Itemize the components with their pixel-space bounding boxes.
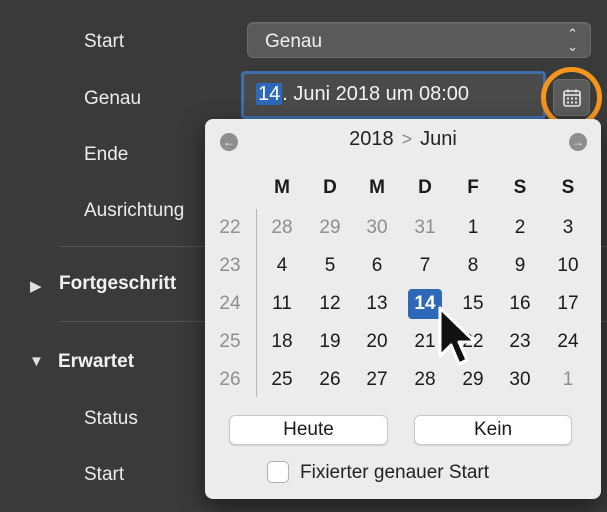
week-number: 25 [219, 331, 241, 352]
calendar-day[interactable]: 20 [360, 327, 394, 357]
weekday-label: S [513, 177, 527, 198]
start-select-value: Genau [265, 31, 323, 52]
calendar-day[interactable]: 27 [360, 365, 394, 395]
week-number: 23 [219, 255, 241, 276]
calendar-day[interactable]: 25 [265, 365, 299, 395]
calendar-popover: ← → 2018 > Juni MDMDFSS 22 28 29 30 31 1 2 3 23 4 5 6… [205, 119, 601, 499]
calendar-day[interactable]: 30 [360, 213, 394, 243]
weekday-label: M [274, 177, 290, 198]
calendar-day[interactable]: 5 [313, 251, 347, 281]
calendar-day[interactable]: 9 [503, 251, 537, 281]
fixed-start-checkbox[interactable] [267, 461, 289, 483]
genau-date-field[interactable]: 14. Juni 2018 um 08:00 [241, 71, 546, 119]
calendar-day[interactable]: 6 [360, 251, 394, 281]
calendar-icon [563, 89, 581, 107]
calendar-day[interactable]: 28 [408, 365, 442, 395]
calendar-day[interactable]: 19 [313, 327, 347, 357]
week-number: 24 [219, 293, 241, 314]
calendar-day[interactable]: 2 [503, 213, 537, 243]
calendar-day[interactable]: 10 [551, 251, 585, 281]
calendar-day[interactable]: 30 [503, 365, 537, 395]
calendar-year[interactable]: 2018 [349, 128, 394, 150]
updown-chevron-icon: ⌃ ⌄ [567, 26, 578, 54]
calendar-day[interactable]: 11 [265, 289, 299, 319]
week-number: 26 [219, 369, 241, 390]
none-button[interactable]: Kein [414, 415, 572, 445]
today-button[interactable]: Heute [229, 415, 388, 445]
mouse-cursor-icon [438, 306, 477, 366]
calendar-day[interactable]: 8 [456, 251, 490, 281]
calendar-day[interactable]: 1 [551, 365, 585, 395]
fixed-start-label: Fixierter genauer Start [300, 462, 490, 483]
date-day-segment[interactable]: 14 [256, 83, 283, 105]
genau-label: Genau [84, 88, 142, 109]
date-rest-text[interactable]: . Juni 2018 um 08:00 [282, 83, 469, 105]
calendar-day[interactable]: 18 [265, 327, 299, 357]
calendar-day[interactable]: 23 [503, 327, 537, 357]
calendar-day[interactable]: 26 [313, 365, 347, 395]
calendar-day[interactable]: 12 [313, 289, 347, 319]
calendar-day[interactable]: 17 [551, 289, 585, 319]
start-expected-label: Start [84, 464, 125, 485]
calendar-day[interactable]: 24 [551, 327, 585, 357]
calendar-day[interactable]: 29 [456, 365, 490, 395]
calendar-day[interactable]: 13 [360, 289, 394, 319]
week-number-divider [256, 209, 257, 397]
disclosure-down-icon[interactable]: ▼ [29, 353, 44, 370]
calendar-day[interactable]: 29 [313, 213, 347, 243]
week-number: 22 [219, 217, 241, 238]
calendar-day[interactable]: 31 [408, 213, 442, 243]
weekday-label: D [418, 177, 432, 198]
erwartet-section-label[interactable]: Erwartet [58, 351, 134, 373]
start-label: Start [84, 31, 125, 52]
calendar-month[interactable]: Juni [420, 128, 457, 150]
calendar-button[interactable] [553, 79, 590, 116]
weekday-label: S [561, 177, 575, 198]
fortgeschritten-section-label[interactable]: Fortgeschritt [59, 273, 176, 295]
calendar-day[interactable]: 16 [503, 289, 537, 319]
weekday-header: MDMDFSS [205, 177, 601, 201]
status-label: Status [84, 408, 138, 429]
calendar-day[interactable]: 7 [408, 251, 442, 281]
calendar-day[interactable]: 1 [456, 213, 490, 243]
disclosure-right-icon[interactable]: ▶ [30, 277, 42, 295]
calendar-day[interactable]: 3 [551, 213, 585, 243]
weekday-label: M [369, 177, 385, 198]
ausrichtung-label: Ausrichtung [84, 200, 185, 221]
start-select[interactable]: Genau ⌃ ⌄ [247, 22, 591, 58]
calendar-day[interactable]: 28 [265, 213, 299, 243]
calendar-day[interactable]: 4 [265, 251, 299, 281]
calendar-header: 2018 > Juni [205, 128, 601, 151]
ende-label: Ende [84, 144, 129, 165]
chevron-right-icon: > [401, 129, 413, 149]
weekday-label: D [323, 177, 337, 198]
weekday-label: F [467, 177, 479, 198]
